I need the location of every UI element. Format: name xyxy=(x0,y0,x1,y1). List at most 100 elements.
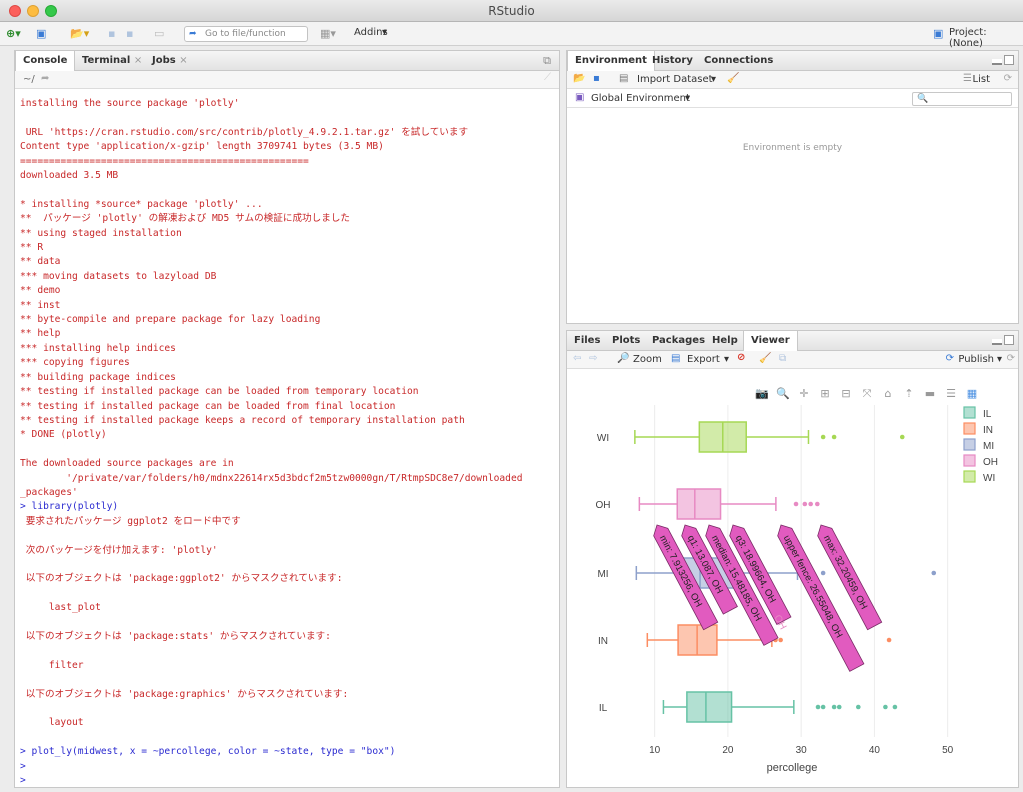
legend-swatch xyxy=(963,470,976,483)
export-icon: ▤ xyxy=(671,353,681,364)
tab-help[interactable]: Help xyxy=(705,331,745,351)
x-tick-label: 40 xyxy=(869,745,881,756)
refresh-viewer-icon[interactable]: ⟳ xyxy=(1007,353,1015,364)
outlier-point xyxy=(831,434,837,440)
legend-label: WI xyxy=(983,473,995,484)
box-IL xyxy=(686,691,733,723)
minimize-pane-icon[interactable] xyxy=(992,339,1002,345)
grid-layout-icon[interactable]: ▦▾ xyxy=(320,26,336,42)
legend-label: MI xyxy=(983,441,994,452)
box-OH xyxy=(676,488,722,520)
console-line: Content type 'application/x-gzip' length… xyxy=(20,141,384,153)
import-dataset-icon: ▤ xyxy=(619,73,629,84)
console-line: ** byte-compile and prepare package for … xyxy=(20,314,321,326)
console-line: > plot_ly(midwest, x = ~percollege, colo… xyxy=(20,746,396,758)
save-icon[interactable]: ▪ xyxy=(108,26,115,42)
outlier-point xyxy=(883,704,888,710)
global-env-menu[interactable]: Global Environment xyxy=(591,93,690,104)
environment-search-input[interactable]: 🔍 xyxy=(912,92,1012,106)
save-workspace-icon[interactable]: ▪ xyxy=(593,73,600,84)
console-line: *** moving datasets to lazyload DB xyxy=(20,270,217,282)
maximize-pane-icon[interactable] xyxy=(1004,335,1014,345)
import-dataset-menu[interactable]: Import Dataset xyxy=(637,74,713,85)
zoom-icon: 🔎 xyxy=(617,353,630,364)
export-chevron-icon: ▾ xyxy=(724,354,730,365)
modebar-icon: ▦ xyxy=(967,387,977,400)
console-line: 要求されたパッケージ ggplot2 をロード中です xyxy=(20,515,241,527)
zoom-button[interactable]: Zoom xyxy=(633,354,662,365)
stop-icon[interactable]: ⊘ xyxy=(737,352,745,363)
x-tick-label: 30 xyxy=(796,745,808,756)
y-tick-label: OH xyxy=(596,500,611,511)
outlier-point xyxy=(820,434,826,440)
clear-broom-icon[interactable]: 🧹 xyxy=(727,73,739,84)
console-line: > xyxy=(20,760,26,772)
close-tab-icon[interactable]: × xyxy=(179,55,187,66)
console-line: ========================================… xyxy=(20,155,309,167)
boxplot-chart[interactable]: 📷 🔍 ✛ ⊞ ⊟ ⤧ ⌂ ⇡ ▬ ☰ ▦ 10 20 30 40 50 percollege IL IN MI OH W… xyxy=(567,371,1018,787)
print-icon[interactable]: ▭ xyxy=(154,26,164,42)
tab-connections[interactable]: Connections xyxy=(697,51,780,71)
modebar-icon: ☰ xyxy=(946,387,956,400)
go-to-directory-icon[interactable]: ➦ xyxy=(41,73,49,84)
open-file-icon[interactable]: 📂▾ xyxy=(70,26,89,42)
environment-tabbar: Environment History Connections xyxy=(567,51,1018,72)
x-axis-label: percollege xyxy=(767,762,818,774)
close-tab-icon[interactable]: × xyxy=(134,55,142,66)
clear-viewer-icon[interactable]: 🧹 xyxy=(759,353,771,364)
legend-label: IL xyxy=(983,409,992,420)
open-workspace-icon[interactable]: 📂 xyxy=(573,73,585,84)
clear-console-icon[interactable]: ⟋ xyxy=(544,72,551,83)
console-path-bar: ~/ ➦ ⟋ xyxy=(15,71,559,89)
tab-history[interactable]: History xyxy=(645,51,700,71)
save-all-icon[interactable]: ▪ xyxy=(126,26,133,42)
console-output[interactable]: installing the source package 'plotly' U… xyxy=(20,97,570,788)
legend-swatch xyxy=(963,406,976,419)
goto-file-input[interactable]: ➦ Go to file/function xyxy=(184,26,308,42)
tab-jobs[interactable]: Jobs × xyxy=(145,51,195,71)
console-line: ** help xyxy=(20,328,61,340)
outlier-point xyxy=(808,501,813,507)
goto-arrow-icon: ➦ xyxy=(189,29,197,39)
maximize-pane-icon[interactable]: ⧉ xyxy=(543,54,551,68)
modebar-icon: 📷 xyxy=(755,387,769,400)
list-view-menu[interactable]: List xyxy=(973,74,990,85)
tab-terminal[interactable]: Terminal × xyxy=(75,51,149,71)
new-file-icon[interactable]: ⊕▾ xyxy=(6,26,21,42)
new-window-icon[interactable]: ⧉ xyxy=(779,353,786,364)
console-line: ** R xyxy=(20,242,44,254)
tab-packages[interactable]: Packages xyxy=(645,331,712,351)
outlier-point xyxy=(931,570,937,576)
outlier-point xyxy=(855,704,861,710)
console-line: 以下のオブジェクトは 'package:graphics' からマスクされていま… xyxy=(20,688,349,700)
outlier-point xyxy=(820,570,826,576)
maximize-pane-icon[interactable] xyxy=(1004,55,1014,65)
minimize-pane-icon[interactable] xyxy=(992,59,1002,65)
refresh-icon[interactable]: ⟳ xyxy=(1004,73,1012,84)
forward-arrow-icon[interactable]: ⇨ xyxy=(589,353,597,364)
tab-plots[interactable]: Plots xyxy=(605,331,647,351)
console-line: installing the source package 'plotly' xyxy=(20,98,240,109)
console-line: ** パッケージ 'plotly' の解凍および MD5 サムの検証に成功しまし… xyxy=(20,213,351,225)
export-menu[interactable]: Export xyxy=(687,354,720,365)
new-project-icon[interactable]: ▣ xyxy=(36,26,46,42)
back-arrow-icon[interactable]: ⇦ xyxy=(573,353,581,364)
console-line: * DONE (plotly) xyxy=(20,429,107,441)
outlier-point xyxy=(802,501,808,507)
outlier-point xyxy=(820,704,826,710)
modebar-icon: ⊞ xyxy=(820,387,829,400)
outlier-point xyxy=(886,637,892,643)
console-line: _packages' xyxy=(20,486,78,498)
tab-viewer[interactable]: Viewer xyxy=(743,331,798,352)
publish-menu[interactable]: Publish xyxy=(958,354,994,365)
console-line: layout xyxy=(20,717,84,729)
project-menu[interactable]: Project: (None) xyxy=(949,27,1023,49)
modebar-icon: ⌂ xyxy=(885,387,892,400)
tab-environment[interactable]: Environment xyxy=(567,51,655,72)
tab-console[interactable]: Console xyxy=(15,51,76,72)
y-tick-label: MI xyxy=(597,569,608,580)
tab-files[interactable]: Files xyxy=(567,331,607,351)
